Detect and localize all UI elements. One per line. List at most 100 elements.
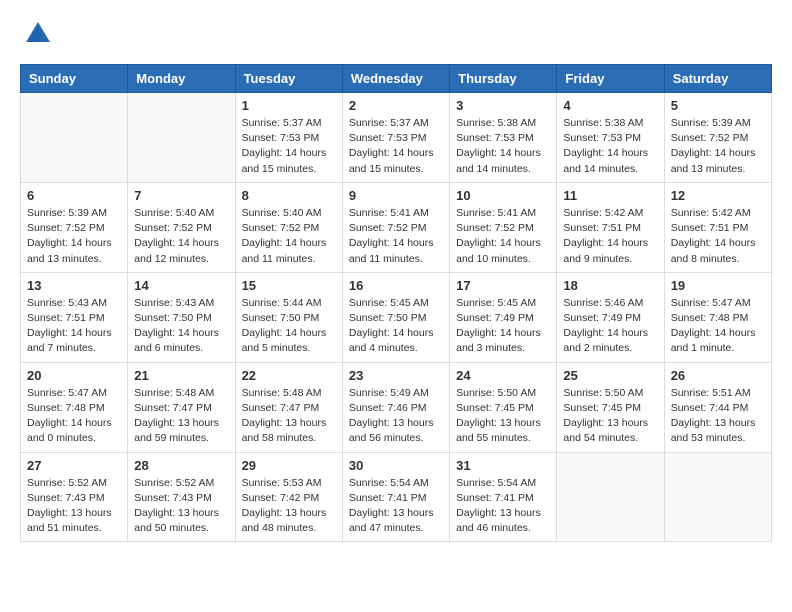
day-info: Sunrise: 5:37 AM Sunset: 7:53 PM Dayligh… [242,116,336,177]
calendar-cell: 25Sunrise: 5:50 AM Sunset: 7:45 PM Dayli… [557,362,664,452]
week-row-4: 20 Sunrise: 5:47 AM Sunset: 7:48 PM Dayli… [21,362,772,452]
week-row-1: 1 Sunrise: 5:37 AM Sunset: 7:53 PM Daylig… [21,93,772,183]
day-info: Sunrise: 5:51 AM Sunset: 7:44 PM Dayligh… [671,386,765,447]
calendar-cell: 10 Sunrise: 5:41 AM Sunset: 7:52 PM Dayli… [450,182,557,272]
calendar-cell: 7Sunrise: 5:40 AM Sunset: 7:52 PM Daylig… [128,182,235,272]
day-info: Sunrise: 5:52 AM Sunset: 7:43 PM Dayligh… [27,476,121,537]
day-info: Sunrise: 5:47 AM Sunset: 7:48 PM Dayligh… [27,386,121,447]
calendar-cell: 18 Sunrise: 5:46 AM Sunset: 7:49 PM Dayli… [557,272,664,362]
day-number: 23 [349,368,443,383]
calendar-cell [664,452,771,542]
calendar-cell: 14 Sunrise: 5:43 AM Sunset: 7:50 PM Dayli… [128,272,235,362]
calendar-cell: 30 Sunrise: 5:54 AM Sunset: 7:41 PM Dayli… [342,452,449,542]
calendar-cell: 6 Sunrise: 5:39 AM Sunset: 7:52 PM Daylig… [21,182,128,272]
calendar-cell: 26 Sunrise: 5:51 AM Sunset: 7:44 PM Dayli… [664,362,771,452]
calendar-cell [128,93,235,183]
day-number: 14 [134,278,228,293]
day-number: 20 [27,368,121,383]
day-info: Sunrise: 5:43 AM Sunset: 7:50 PM Dayligh… [134,296,228,357]
day-info: Sunrise: 5:41 AM Sunset: 7:52 PM Dayligh… [456,206,550,267]
day-number: 30 [349,458,443,473]
day-info: Sunrise: 5:53 AM Sunset: 7:42 PM Dayligh… [242,476,336,537]
calendar-cell: 22 Sunrise: 5:48 AM Sunset: 7:47 PM Dayli… [235,362,342,452]
day-number: 6 [27,188,121,203]
day-info: Sunrise: 5:39 AM Sunset: 7:52 PM Dayligh… [27,206,121,267]
calendar-cell: 3 Sunrise: 5:38 AM Sunset: 7:53 PM Daylig… [450,93,557,183]
day-number: 26 [671,368,765,383]
day-info: Sunrise: 5:48 AM Sunset: 7:47 PM Dayligh… [134,386,228,447]
day-info: Sunrise: 5:37 AM Sunset: 7:53 PM Dayligh… [349,116,443,177]
day-info: Sunrise: 5:44 AM Sunset: 7:50 PM Dayligh… [242,296,336,357]
col-header-friday: Friday [557,65,664,93]
day-info: Sunrise: 5:43 AM Sunset: 7:51 PM Dayligh… [27,296,121,357]
calendar-cell: 27 Sunrise: 5:52 AM Sunset: 7:43 PM Dayli… [21,452,128,542]
calendar-cell: 21 Sunrise: 5:48 AM Sunset: 7:47 PM Dayli… [128,362,235,452]
day-info: Sunrise: 5:48 AM Sunset: 7:47 PM Dayligh… [242,386,336,447]
day-number: 9 [349,188,443,203]
page-header [20,20,772,48]
calendar-cell: 17 Sunrise: 5:45 AM Sunset: 7:49 PM Dayli… [450,272,557,362]
calendar-cell: 31Sunrise: 5:54 AM Sunset: 7:41 PM Dayli… [450,452,557,542]
day-info: Sunrise: 5:42 AM Sunset: 7:51 PM Dayligh… [563,206,657,267]
day-info: Sunrise: 5:50 AM Sunset: 7:45 PM Dayligh… [456,386,550,447]
day-number: 13 [27,278,121,293]
calendar-cell: 15 Sunrise: 5:44 AM Sunset: 7:50 PM Dayli… [235,272,342,362]
day-number: 5 [671,98,765,113]
calendar-cell: 20 Sunrise: 5:47 AM Sunset: 7:48 PM Dayli… [21,362,128,452]
calendar-cell: 23 Sunrise: 5:49 AM Sunset: 7:46 PM Dayli… [342,362,449,452]
day-info: Sunrise: 5:39 AM Sunset: 7:52 PM Dayligh… [671,116,765,177]
day-number: 22 [242,368,336,383]
calendar-cell [21,93,128,183]
day-number: 24 [456,368,550,383]
calendar-cell: 4 Sunrise: 5:38 AM Sunset: 7:53 PM Daylig… [557,93,664,183]
day-info: Sunrise: 5:47 AM Sunset: 7:48 PM Dayligh… [671,296,765,357]
calendar-cell: 29 Sunrise: 5:53 AM Sunset: 7:42 PM Dayli… [235,452,342,542]
day-number: 8 [242,188,336,203]
day-number: 3 [456,98,550,113]
day-number: 21 [134,368,228,383]
calendar-cell: 8 Sunrise: 5:40 AM Sunset: 7:52 PM Daylig… [235,182,342,272]
day-info: Sunrise: 5:49 AM Sunset: 7:46 PM Dayligh… [349,386,443,447]
day-number: 15 [242,278,336,293]
calendar-cell: 28Sunrise: 5:52 AM Sunset: 7:43 PM Dayli… [128,452,235,542]
day-number: 19 [671,278,765,293]
col-header-wednesday: Wednesday [342,65,449,93]
calendar-cell: 11Sunrise: 5:42 AM Sunset: 7:51 PM Dayli… [557,182,664,272]
calendar-cell [557,452,664,542]
calendar-cell: 19 Sunrise: 5:47 AM Sunset: 7:48 PM Dayli… [664,272,771,362]
week-row-3: 13 Sunrise: 5:43 AM Sunset: 7:51 PM Dayli… [21,272,772,362]
col-header-saturday: Saturday [664,65,771,93]
day-info: Sunrise: 5:40 AM Sunset: 7:52 PM Dayligh… [242,206,336,267]
day-number: 17 [456,278,550,293]
day-info: Sunrise: 5:46 AM Sunset: 7:49 PM Dayligh… [563,296,657,357]
calendar-table: SundayMondayTuesdayWednesdayThursdayFrid… [20,64,772,542]
calendar-cell: 1 Sunrise: 5:37 AM Sunset: 7:53 PM Daylig… [235,93,342,183]
day-number: 29 [242,458,336,473]
calendar-cell: 12Sunrise: 5:42 AM Sunset: 7:51 PM Dayli… [664,182,771,272]
col-header-sunday: Sunday [21,65,128,93]
day-number: 4 [563,98,657,113]
logo-icon [24,20,52,48]
calendar-cell: 16Sunrise: 5:45 AM Sunset: 7:50 PM Dayli… [342,272,449,362]
calendar-cell: 13 Sunrise: 5:43 AM Sunset: 7:51 PM Dayli… [21,272,128,362]
day-number: 18 [563,278,657,293]
col-header-thursday: Thursday [450,65,557,93]
day-number: 1 [242,98,336,113]
day-number: 7 [134,188,228,203]
day-info: Sunrise: 5:45 AM Sunset: 7:50 PM Dayligh… [349,296,443,357]
day-info: Sunrise: 5:41 AM Sunset: 7:52 PM Dayligh… [349,206,443,267]
day-info: Sunrise: 5:54 AM Sunset: 7:41 PM Dayligh… [456,476,550,537]
day-number: 12 [671,188,765,203]
day-info: Sunrise: 5:54 AM Sunset: 7:41 PM Dayligh… [349,476,443,537]
day-number: 10 [456,188,550,203]
calendar-cell: 24 Sunrise: 5:50 AM Sunset: 7:45 PM Dayli… [450,362,557,452]
day-info: Sunrise: 5:45 AM Sunset: 7:49 PM Dayligh… [456,296,550,357]
day-number: 25 [563,368,657,383]
day-info: Sunrise: 5:38 AM Sunset: 7:53 PM Dayligh… [563,116,657,177]
day-info: Sunrise: 5:38 AM Sunset: 7:53 PM Dayligh… [456,116,550,177]
calendar-cell: 9 Sunrise: 5:41 AM Sunset: 7:52 PM Daylig… [342,182,449,272]
day-number: 27 [27,458,121,473]
week-row-5: 27 Sunrise: 5:52 AM Sunset: 7:43 PM Dayli… [21,452,772,542]
logo [20,20,52,48]
calendar-cell: 2Sunrise: 5:37 AM Sunset: 7:53 PM Daylig… [342,93,449,183]
